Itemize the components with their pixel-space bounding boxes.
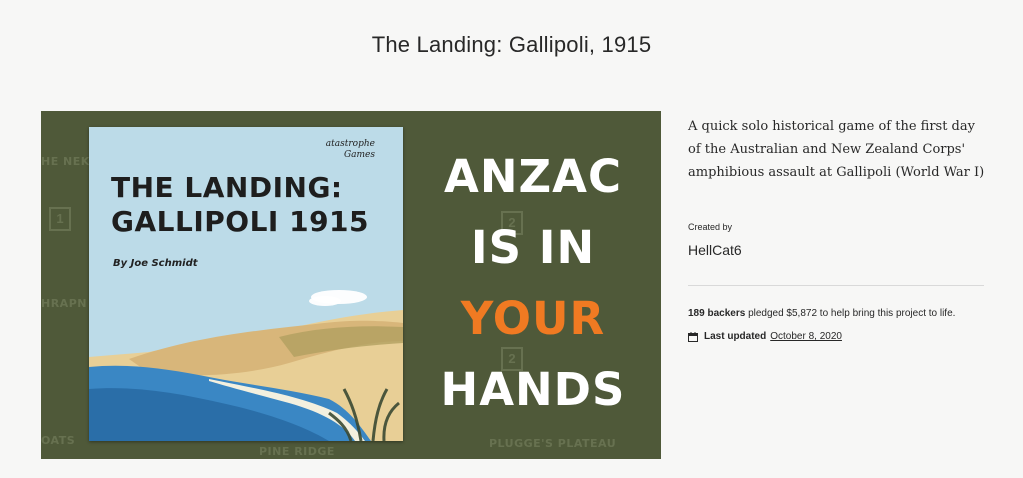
hero-headline: ANZAC IS IN YOUR HANDS xyxy=(440,150,626,416)
project-description: A quick solo historical game of the firs… xyxy=(688,119,985,180)
last-updated-date-link[interactable]: October 8, 2020 xyxy=(770,331,842,342)
cover-author: By Joe Schmidt xyxy=(113,258,198,269)
project-title: The Landing: Gallipoli, 1915 xyxy=(371,32,652,57)
pledged-text: pledged $5,872 to help bring this projec… xyxy=(748,308,956,319)
game-box-cover: atastrophe Games THE LANDING: GALLIPOLI … xyxy=(89,127,403,441)
last-updated-label: Last updated xyxy=(704,331,767,342)
backers-count: 189 backers xyxy=(688,308,746,319)
map-label: HRAPN xyxy=(41,297,87,310)
calendar-icon xyxy=(688,331,698,342)
cover-title: THE LANDING: GALLIPOLI 1915 xyxy=(111,171,370,238)
map-label: OATS xyxy=(41,434,76,447)
funding-stats: 189 backers pledged $5,872 to help bring… xyxy=(688,308,955,319)
last-updated: Last updated October 8, 2020 xyxy=(688,331,842,342)
publisher-logo: atastrophe Games xyxy=(325,139,375,160)
divider xyxy=(688,285,984,286)
map-label: PLUGGE'S PLATEAU xyxy=(489,437,617,450)
map-label: PINE RIDGE xyxy=(259,445,335,458)
created-by-label: Created by xyxy=(688,222,733,232)
map-number: 1 xyxy=(49,207,71,231)
map-label: HE NEK xyxy=(41,155,90,168)
project-hero-image[interactable]: HE NEK HRAPN OATS PINE RIDGE PLUGGE'S PL… xyxy=(41,111,661,459)
creator-link[interactable]: HellCat6 xyxy=(688,242,742,258)
